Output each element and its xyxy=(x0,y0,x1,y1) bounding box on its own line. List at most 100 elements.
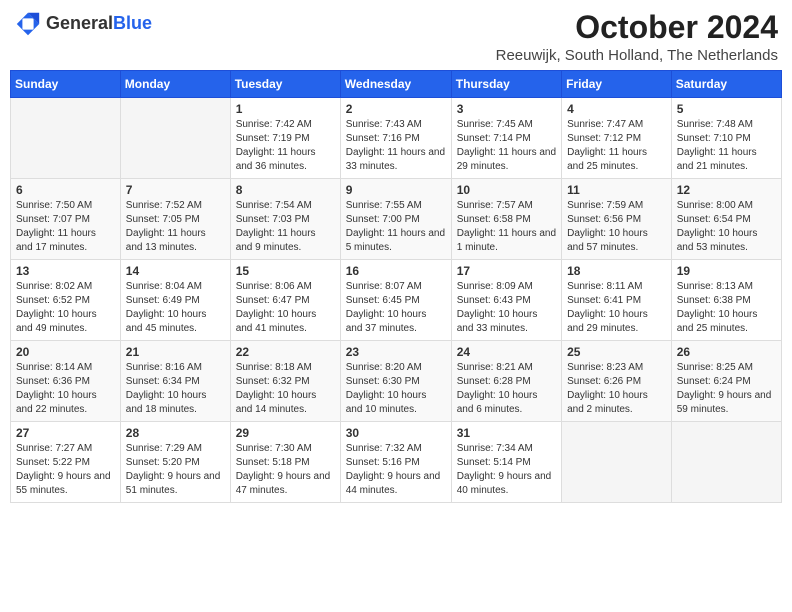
day-info: Sunrise: 8:23 AMSunset: 6:26 PMDaylight:… xyxy=(567,361,666,417)
day-info: Sunrise: 7:47 AMSunset: 7:12 PMDaylight:… xyxy=(567,118,666,174)
table-row: 28Sunrise: 7:29 AMSunset: 5:20 PMDayligh… xyxy=(120,422,230,503)
day-info: Sunrise: 8:11 AMSunset: 6:41 PMDaylight:… xyxy=(567,280,666,336)
calendar-week-row: 1 Sunrise: 7:42 AMSunset: 7:19 PMDaylight… xyxy=(11,98,782,179)
table-row: 11 Sunrise: 7:59 AMSunset: 6:56 PMDayligh… xyxy=(562,179,672,260)
day-number: 29 xyxy=(236,426,335,440)
header-wednesday: Wednesday xyxy=(340,71,451,98)
day-number: 27 xyxy=(16,426,115,440)
table-row: 9Sunrise: 7:55 AMSunset: 7:00 PMDaylight… xyxy=(340,179,451,260)
day-number: 1 xyxy=(236,102,335,116)
title-block: October 2024 Reeuwijk, South Holland, Th… xyxy=(496,10,778,64)
day-number: 24 xyxy=(457,345,556,359)
table-row: 29 Sunrise: 7:30 AMSunset: 5:18 PMDayligh… xyxy=(230,422,340,503)
day-number: 20 xyxy=(16,345,115,359)
day-info: Sunrise: 7:52 AMSunset: 7:05 PMDaylight:… xyxy=(126,199,225,255)
day-number: 16 xyxy=(346,264,446,278)
day-number: 31 xyxy=(457,426,556,440)
table-row: 1 Sunrise: 7:42 AMSunset: 7:19 PMDaylight… xyxy=(230,98,340,179)
table-row xyxy=(120,98,230,179)
day-number: 10 xyxy=(457,183,556,197)
table-row: 13 Sunrise: 8:02 AMSunset: 6:52 PMDayligh… xyxy=(11,260,121,341)
table-row: 22 Sunrise: 8:18 AMSunset: 6:32 PMDayligh… xyxy=(230,341,340,422)
day-number: 21 xyxy=(126,345,225,359)
day-number: 5 xyxy=(677,102,776,116)
day-number: 22 xyxy=(236,345,335,359)
month-title: October 2024 xyxy=(496,10,778,45)
day-info: Sunrise: 7:29 AMSunset: 5:20 PMDaylight:… xyxy=(126,442,225,498)
table-row: 4 Sunrise: 7:47 AMSunset: 7:12 PMDaylight… xyxy=(562,98,672,179)
day-number: 15 xyxy=(236,264,335,278)
day-info: Sunrise: 7:27 AMSunset: 5:22 PMDaylight:… xyxy=(16,442,115,498)
day-info: Sunrise: 7:57 AMSunset: 6:58 PMDaylight:… xyxy=(457,199,556,255)
day-number: 12 xyxy=(677,183,776,197)
table-row: 5 Sunrise: 7:48 AMSunset: 7:10 PMDaylight… xyxy=(671,98,781,179)
table-row: 18 Sunrise: 8:11 AMSunset: 6:41 PMDayligh… xyxy=(562,260,672,341)
day-number: 11 xyxy=(567,183,666,197)
day-info: Sunrise: 7:34 AMSunset: 5:14 PMDaylight:… xyxy=(457,442,556,498)
table-row: 12 Sunrise: 8:00 AMSunset: 6:54 PMDayligh… xyxy=(671,179,781,260)
day-info: Sunrise: 8:00 AMSunset: 6:54 PMDaylight:… xyxy=(677,199,776,255)
calendar-week-row: 13 Sunrise: 8:02 AMSunset: 6:52 PMDayligh… xyxy=(11,260,782,341)
day-number: 18 xyxy=(567,264,666,278)
day-number: 2 xyxy=(346,102,446,116)
day-number: 25 xyxy=(567,345,666,359)
table-row: 15 Sunrise: 8:06 AMSunset: 6:47 PMDayligh… xyxy=(230,260,340,341)
table-row: 16 Sunrise: 8:07 AMSunset: 6:45 PMDayligh… xyxy=(340,260,451,341)
day-info: Sunrise: 8:16 AMSunset: 6:34 PMDaylight:… xyxy=(126,361,225,417)
header-thursday: Thursday xyxy=(451,71,561,98)
day-info: Sunrise: 8:09 AMSunset: 6:43 PMDaylight:… xyxy=(457,280,556,336)
day-info: Sunrise: 7:48 AMSunset: 7:10 PMDaylight:… xyxy=(677,118,776,174)
page-header: General Blue October 2024 Reeuwijk, Sout… xyxy=(10,10,782,64)
logo: General Blue xyxy=(14,10,152,38)
day-info: Sunrise: 8:14 AMSunset: 6:36 PMDaylight:… xyxy=(16,361,115,417)
table-row: 31 Sunrise: 7:34 AMSunset: 5:14 PMDayligh… xyxy=(451,422,561,503)
day-info: Sunrise: 8:18 AMSunset: 6:32 PMDaylight:… xyxy=(236,361,335,417)
table-row: 17 Sunrise: 8:09 AMSunset: 6:43 PMDayligh… xyxy=(451,260,561,341)
day-info: Sunrise: 8:13 AMSunset: 6:38 PMDaylight:… xyxy=(677,280,776,336)
table-row: 7 Sunrise: 7:52 AMSunset: 7:05 PMDaylight… xyxy=(120,179,230,260)
calendar-week-row: 27 Sunrise: 7:27 AMSunset: 5:22 PMDayligh… xyxy=(11,422,782,503)
calendar-week-row: 20 Sunrise: 8:14 AMSunset: 6:36 PMDayligh… xyxy=(11,341,782,422)
day-number: 4 xyxy=(567,102,666,116)
header-saturday: Saturday xyxy=(671,71,781,98)
day-info: Sunrise: 7:59 AMSunset: 6:56 PMDaylight:… xyxy=(567,199,666,255)
header-monday: Monday xyxy=(120,71,230,98)
day-info: Sunrise: 8:02 AMSunset: 6:52 PMDaylight:… xyxy=(16,280,115,336)
day-info: Sunrise: 7:45 AMSunset: 7:14 PMDaylight:… xyxy=(457,118,556,174)
day-number: 23 xyxy=(346,345,446,359)
table-row: 8Sunrise: 7:54 AMSunset: 7:03 PMDaylight… xyxy=(230,179,340,260)
calendar-table: Sunday Monday Tuesday Wednesday Thursday… xyxy=(10,70,782,503)
calendar-header-row: Sunday Monday Tuesday Wednesday Thursday… xyxy=(11,71,782,98)
day-info: Sunrise: 7:42 AMSunset: 7:19 PMDaylight:… xyxy=(236,118,335,174)
table-row xyxy=(671,422,781,503)
logo-blue: Blue xyxy=(113,14,152,34)
day-info: Sunrise: 8:06 AMSunset: 6:47 PMDaylight:… xyxy=(236,280,335,336)
table-row: 30 Sunrise: 7:32 AMSunset: 5:16 PMDayligh… xyxy=(340,422,451,503)
table-row: 6Sunrise: 7:50 AMSunset: 7:07 PMDaylight… xyxy=(11,179,121,260)
day-number: 7 xyxy=(126,183,225,197)
table-row xyxy=(11,98,121,179)
table-row: 26Sunrise: 8:25 AMSunset: 6:24 PMDayligh… xyxy=(671,341,781,422)
day-info: Sunrise: 8:07 AMSunset: 6:45 PMDaylight:… xyxy=(346,280,446,336)
table-row: 10 Sunrise: 7:57 AMSunset: 6:58 PMDayligh… xyxy=(451,179,561,260)
location-title: Reeuwijk, South Holland, The Netherlands xyxy=(496,47,778,64)
table-row: 24 Sunrise: 8:21 AMSunset: 6:28 PMDayligh… xyxy=(451,341,561,422)
day-number: 9 xyxy=(346,183,446,197)
day-info: Sunrise: 8:21 AMSunset: 6:28 PMDaylight:… xyxy=(457,361,556,417)
logo-text: General Blue xyxy=(46,14,152,34)
day-number: 13 xyxy=(16,264,115,278)
day-info: Sunrise: 8:25 AMSunset: 6:24 PMDaylight:… xyxy=(677,361,776,417)
logo-general: General xyxy=(46,14,113,34)
day-info: Sunrise: 7:32 AMSunset: 5:16 PMDaylight:… xyxy=(346,442,446,498)
day-info: Sunrise: 7:30 AMSunset: 5:18 PMDaylight:… xyxy=(236,442,335,498)
day-number: 3 xyxy=(457,102,556,116)
day-number: 17 xyxy=(457,264,556,278)
header-sunday: Sunday xyxy=(11,71,121,98)
header-friday: Friday xyxy=(562,71,672,98)
table-row: 20 Sunrise: 8:14 AMSunset: 6:36 PMDayligh… xyxy=(11,341,121,422)
day-info: Sunrise: 7:50 AMSunset: 7:07 PMDaylight:… xyxy=(16,199,115,255)
table-row xyxy=(562,422,672,503)
day-number: 30 xyxy=(346,426,446,440)
table-row: 2Sunrise: 7:43 AMSunset: 7:16 PMDaylight… xyxy=(340,98,451,179)
day-info: Sunrise: 7:54 AMSunset: 7:03 PMDaylight:… xyxy=(236,199,335,255)
